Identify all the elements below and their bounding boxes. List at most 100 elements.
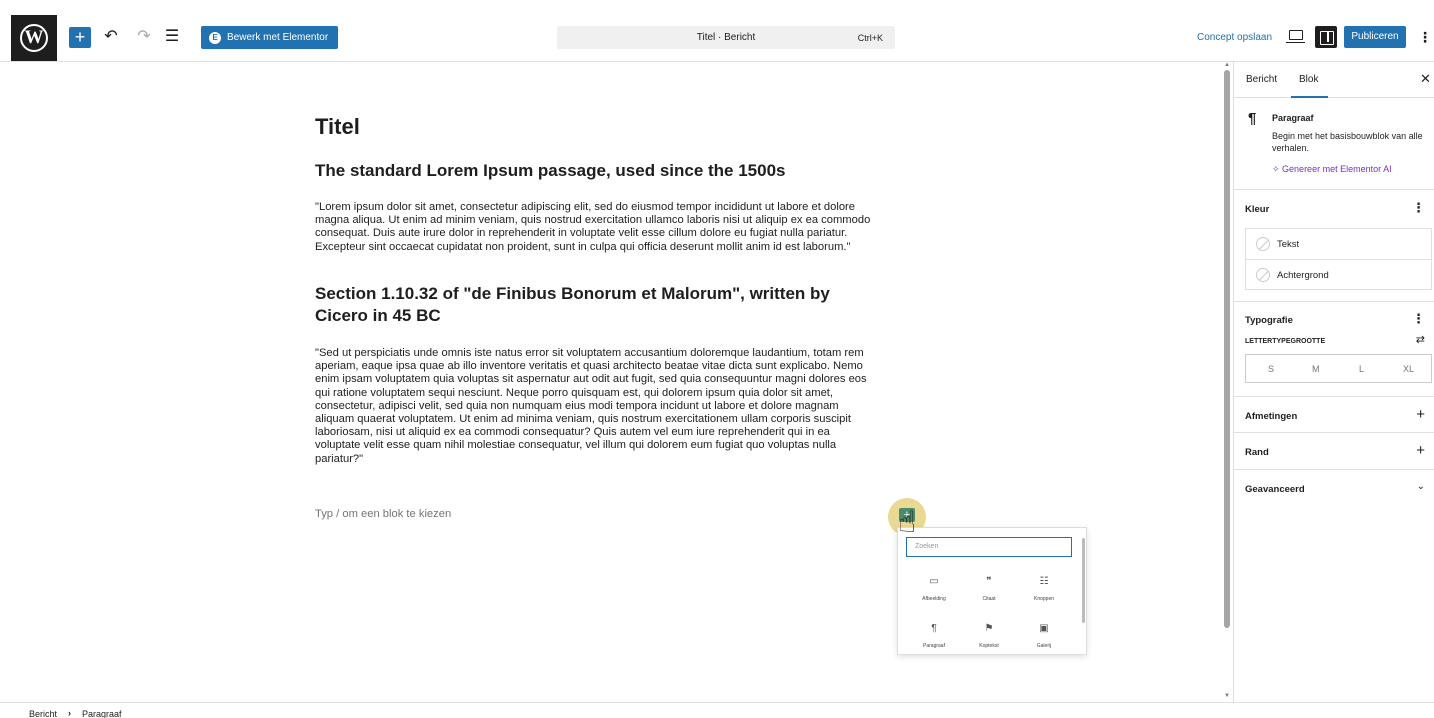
inserter-item-buttons[interactable]: ☷ Knoppen (1017, 576, 1071, 602)
paragraph-icon: ¶ (931, 623, 937, 634)
options-menu-icon[interactable]: ⋮ (1418, 27, 1432, 47)
plus-icon: + (74, 27, 86, 47)
heading-line: Cicero in 45 BC (315, 306, 441, 325)
heading-block[interactable]: Section 1.10.32 of "de Finibus Bonorum e… (315, 283, 830, 327)
border-panel[interactable]: Rand + (1234, 433, 1434, 470)
document-title: Titel · Bericht (696, 32, 756, 43)
redo-icon: ↷ (137, 28, 151, 45)
publish-button[interactable]: Publiceren (1344, 26, 1406, 48)
block-name: Paragraaf (1272, 113, 1314, 123)
text-color-item[interactable]: Tekst (1246, 229, 1431, 260)
typography-heading: Typografie (1245, 315, 1293, 326)
tab-post[interactable]: Bericht (1246, 74, 1277, 85)
inserter-item-label: Citaat (982, 596, 996, 602)
breadcrumb-post[interactable]: Bericht (29, 709, 57, 718)
undo-button[interactable]: ↶ (101, 27, 121, 47)
buttons-icon: ☷ (1039, 576, 1049, 587)
redo-button[interactable]: ↷ (134, 27, 154, 47)
elementor-ai-label: Genereer met Elementor AI (1282, 164, 1392, 174)
inserter-item-heading[interactable]: ⚑ Koptekst (962, 623, 1016, 649)
inserter-item-image[interactable]: ▭ Afbeelding (907, 576, 961, 602)
paragraph-line: voluptate velit esse quam nihil molestia… (315, 439, 837, 452)
advanced-heading: Geavanceerd (1245, 484, 1305, 495)
paragraph-line: "Lorem ipsum dolor sit amet, consectetur… (315, 201, 856, 213)
scrollbar-thumb[interactable] (1224, 70, 1230, 628)
save-draft-button[interactable]: Concept opslaan (1197, 32, 1272, 43)
list-view-button[interactable]: ☰ (162, 27, 182, 47)
inserter-item-label: Afbeelding (922, 596, 946, 602)
plus-icon[interactable]: + (1416, 442, 1425, 459)
chevron-down-icon[interactable]: ⌄ (1417, 481, 1425, 492)
empty-block-placeholder[interactable]: Typ / om een blok te kiezen (315, 508, 451, 520)
color-panel: Kleur ⋮ Tekst Achtergrond (1234, 190, 1434, 302)
sidebar-tabs: Bericht Blok ✕ (1234, 62, 1434, 98)
device-preview-icon[interactable] (1286, 30, 1305, 43)
gallery-icon: ▣ (1039, 623, 1049, 634)
paragraph-line: qui ratione voluptatem sequi nesciunt. N… (315, 386, 834, 399)
elementor-ai-link[interactable]: ✧ Genereer met Elementor AI (1272, 164, 1392, 175)
background-color-item[interactable]: Achtergrond (1246, 260, 1431, 291)
wordpress-logo-button[interactable]: W (11, 15, 57, 61)
heading-block[interactable]: The standard Lorem Ipsum passage, used s… (315, 160, 786, 182)
image-icon: ▭ (929, 576, 939, 587)
color-settings: Tekst Achtergrond (1245, 228, 1432, 290)
chevron-right-icon: › (68, 708, 71, 718)
paragraph-line: pariatur?" (315, 452, 364, 465)
font-size-custom-icon[interactable]: ⇄ (1416, 333, 1425, 346)
text-color-label: Tekst (1277, 239, 1300, 250)
elementor-icon: E (209, 31, 221, 44)
edit-with-elementor-label: Bewerk met Elementor (227, 32, 329, 43)
command-palette-bar[interactable]: Titel · Bericht Ctrl+K (557, 26, 895, 49)
scroll-up-arrow-icon[interactable]: ▲ (1224, 62, 1230, 68)
block-description: Begin met het basisbouwblok van alle ver… (1272, 131, 1423, 153)
font-size-picker: S M L XL (1245, 354, 1432, 383)
edit-with-elementor-button[interactable]: E Bewerk met Elementor (201, 26, 339, 49)
paragraph-line: aperiam, eaque ipsa quae ab illo invento… (315, 360, 863, 373)
typography-options-icon[interactable]: ⋮ (1412, 311, 1425, 327)
plus-icon[interactable]: + (1416, 406, 1425, 423)
paragraph-block[interactable]: "Sed ut perspiciatis unde omnis iste nat… (315, 347, 913, 466)
quote-icon: ❞ (986, 576, 992, 587)
inserter-item-paragraph[interactable]: ¶ Paragraaf (907, 623, 961, 649)
editor-top-bar: W + ↶ ↷ ☰ E Bewerk met Elementor Titel ·… (0, 0, 1434, 62)
border-heading: Rand (1245, 447, 1269, 458)
inserter-item-quote[interactable]: ❞ Citaat (962, 576, 1016, 602)
paragraph-line: consectetur, adipisci velit, sed quia no… (315, 399, 839, 412)
dimensions-panel[interactable]: Afmetingen + (1234, 397, 1434, 433)
post-title[interactable]: Titel (315, 114, 360, 140)
inserter-item-label: Galerij (1036, 643, 1052, 649)
font-size-label: LETTERTYPEGROOTTE (1245, 338, 1326, 345)
paragraph-line: aliquam quaerat voluptatem. Ut enim ad m… (315, 413, 851, 426)
font-size-option-s[interactable]: S (1268, 364, 1274, 374)
canvas-scrollbar[interactable]: ▲ ▼ (1223, 62, 1231, 702)
background-color-label: Achtergrond (1277, 270, 1329, 281)
inserter-scrollbar[interactable] (1082, 538, 1085, 623)
heading-icon: ⚑ (984, 623, 994, 634)
breadcrumb-block: Paragraaf (82, 709, 122, 718)
block-inserter-toggle[interactable]: + (69, 27, 91, 48)
settings-sidebar-toggle[interactable] (1315, 26, 1337, 48)
block-card: ¶ Paragraaf Begin met het basisbouwblok … (1234, 98, 1434, 190)
command-shortcut: Ctrl+K (857, 33, 883, 43)
empty-swatch-icon (1256, 268, 1270, 282)
scroll-down-arrow-icon[interactable]: ▼ (1224, 693, 1230, 699)
tab-block[interactable]: Blok (1290, 74, 1330, 98)
typography-panel: Typografie ⋮ LETTERTYPEGROOTTE ⇄ S M L X… (1234, 302, 1434, 397)
block-inserter-popover: Zoeken ▭ Afbeelding ❞ Citaat ☷ Knoppen ¶… (897, 527, 1087, 655)
paragraph-block[interactable]: "Lorem ipsum dolor sit amet, consectetur… (315, 201, 913, 254)
close-icon[interactable]: ✕ (1420, 71, 1431, 87)
inserter-item-gallery[interactable]: ▣ Galerij (1017, 623, 1071, 649)
font-size-option-xl[interactable]: XL (1403, 364, 1414, 374)
advanced-panel[interactable]: Geavanceerd ⌄ (1234, 470, 1434, 507)
dimensions-heading: Afmetingen (1245, 411, 1298, 422)
wordpress-icon: W (20, 24, 48, 52)
font-size-option-m[interactable]: M (1312, 364, 1320, 374)
paragraph-line: laboriosam, nisi ut aliquid ex ea commod… (315, 426, 830, 439)
inserter-item-label: Knoppen (1033, 596, 1055, 602)
undo-icon: ↶ (104, 28, 118, 45)
paragraph-line: "Sed ut perspiciatis unde omnis iste nat… (315, 347, 864, 359)
color-options-icon[interactable]: ⋮ (1412, 200, 1425, 216)
font-size-option-l[interactable]: L (1359, 364, 1364, 374)
heading-line: Section 1.10.32 of "de Finibus Bonorum e… (315, 284, 830, 303)
inserter-search-input[interactable]: Zoeken (906, 537, 1072, 557)
